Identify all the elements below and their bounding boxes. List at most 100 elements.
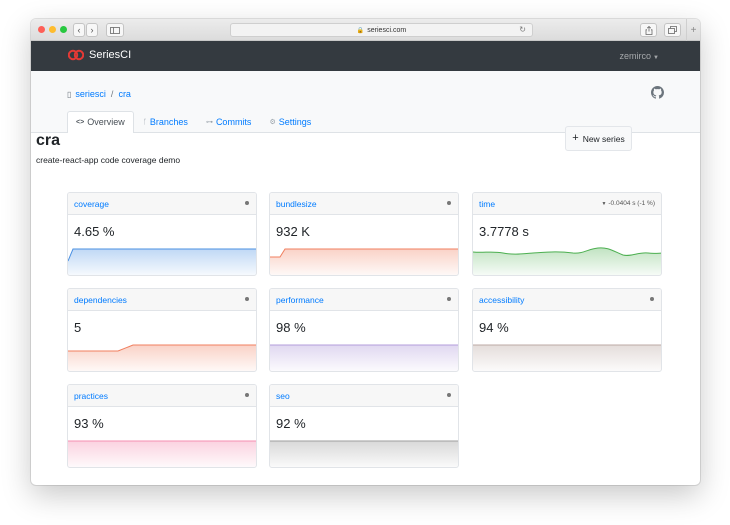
tab-overview[interactable]: <> Overview [67, 111, 134, 133]
series-card-bundlesize[interactable]: bundlesize 932 K [269, 192, 459, 276]
sparkline-area [473, 345, 661, 371]
sparkline-chart [68, 344, 256, 371]
tab-commits-label: Commits [215, 117, 252, 127]
status-dot-icon [447, 297, 451, 301]
close-window-button[interactable] [38, 26, 45, 33]
seriesci-logo-icon [68, 49, 84, 61]
url-text: seriesci.com [367, 26, 407, 34]
series-value: 98 % [276, 320, 306, 335]
tab-commits[interactable]: ⊶ Commits [197, 111, 261, 133]
sparkline-chart [270, 440, 458, 467]
card-header: seo [270, 385, 458, 407]
tab-overview-label: Overview [87, 117, 125, 127]
forward-button[interactable]: › [86, 23, 98, 37]
series-value: 4.65 % [74, 224, 115, 239]
app-navbar: SeriesCI zemirco ▼ [31, 41, 700, 71]
sparkline-chart [270, 344, 458, 371]
tab-branches[interactable]: ᚴ Branches [134, 111, 197, 133]
share-icon [645, 25, 652, 35]
series-card-practices[interactable]: practices 93 % [67, 384, 257, 468]
new-tab-button[interactable]: + [686, 19, 700, 41]
sparkline-chart [68, 248, 256, 275]
sparkline-area [473, 247, 661, 275]
triangle-down-icon: ▼ [601, 201, 607, 207]
lock-icon: 🔒 [356, 27, 365, 34]
reload-icon[interactable]: ↻ [519, 25, 526, 34]
sparkline-area [68, 441, 256, 467]
address-bar[interactable]: 🔒 seriesci.com ↻ [230, 23, 533, 37]
breadcrumb-repo-link[interactable]: cra [118, 89, 131, 99]
new-series-label: New series [582, 133, 625, 144]
zoom-window-button[interactable] [60, 26, 67, 33]
sparkline-area [68, 249, 256, 275]
sparkline-area [270, 345, 458, 371]
series-value: 94 % [479, 320, 509, 335]
series-card-dependencies[interactable]: dependencies 5 [67, 288, 257, 372]
series-value: 5 [74, 320, 82, 335]
series-name-link[interactable]: time [479, 199, 495, 209]
chevron-right-icon: › [90, 24, 94, 35]
browser-toolbar: ‹ › 🔒 seriesci.com ↻ + [31, 19, 700, 41]
share-button[interactable] [640, 23, 657, 37]
card-header: time ▼ -0.0404 s (-1 %) [473, 193, 661, 215]
card-header: dependencies [68, 289, 256, 311]
branch-icon: ᚴ [142, 118, 147, 126]
brand-name: SeriesCI [89, 49, 132, 61]
series-value: 932 K [276, 224, 310, 239]
status-dot-icon [447, 201, 451, 205]
series-name-link[interactable]: accessibility [479, 295, 524, 305]
sparkline-area [270, 441, 458, 467]
series-name-link[interactable]: coverage [74, 199, 109, 209]
plus-icon: + [690, 24, 697, 36]
tabs-overview-button[interactable] [664, 23, 681, 37]
chevron-left-icon: ‹ [77, 24, 81, 35]
username: zemirco [619, 51, 652, 61]
brand-link[interactable]: SeriesCI [68, 49, 131, 61]
minimize-window-button[interactable] [49, 26, 56, 33]
breadcrumb-owner-link[interactable]: seriesci [75, 89, 106, 99]
github-link[interactable] [651, 86, 664, 104]
series-delta: ▼ -0.0404 s (-1 %) [601, 200, 655, 207]
tab-settings[interactable]: ⚙ Settings [260, 111, 320, 133]
card-header: bundlesize [270, 193, 458, 215]
card-header: coverage [68, 193, 256, 215]
series-card-accessibility[interactable]: accessibility 94 % [472, 288, 662, 372]
card-header: practices [68, 385, 256, 407]
github-icon [651, 86, 664, 99]
user-menu[interactable]: zemirco ▼ [620, 51, 659, 61]
series-delta-text: -0.0404 s (-1 %) [608, 200, 655, 207]
tab-branches-label: Branches [149, 117, 188, 127]
sparkline-chart [270, 248, 458, 275]
code-icon: <> [76, 118, 85, 126]
status-dot-icon [447, 393, 451, 397]
series-name-link[interactable]: performance [276, 295, 324, 305]
gear-icon: ⚙ [269, 119, 276, 126]
back-button[interactable]: ‹ [73, 23, 85, 37]
page-title: cra [36, 132, 61, 149]
breadcrumb-separator: / [110, 89, 114, 99]
series-name-link[interactable]: seo [276, 391, 290, 401]
card-header: accessibility [473, 289, 661, 311]
series-value: 3.7778 s [479, 224, 529, 239]
series-name-link[interactable]: bundlesize [276, 199, 317, 209]
new-series-button[interactable]: + New series [565, 126, 632, 151]
repo-tabs: <> Overview ᚴ Branches ⊶ Commits ⚙ Setti… [67, 111, 320, 133]
sidebar-toggle-button[interactable] [106, 23, 124, 37]
breadcrumb: ▯ seriesci / cra [67, 89, 131, 99]
sparkline-area [270, 249, 458, 275]
series-card-seo[interactable]: seo 92 % [269, 384, 459, 468]
tabs-icon [668, 26, 677, 34]
series-card-time[interactable]: time ▼ -0.0404 s (-1 %) 3.7778 s [472, 192, 662, 276]
series-name-link[interactable]: practices [74, 391, 108, 401]
series-card-coverage[interactable]: coverage 4.65 % [67, 192, 257, 276]
series-card-performance[interactable]: performance 98 % [269, 288, 459, 372]
status-dot-icon [245, 393, 249, 397]
commit-icon: ⊶ [205, 119, 213, 126]
card-header: performance [270, 289, 458, 311]
status-dot-icon [650, 297, 654, 301]
sparkline-chart [68, 440, 256, 467]
repo-icon: ▯ [67, 89, 72, 99]
page-description: create-react-app code coverage demo [36, 155, 181, 165]
series-name-link[interactable]: dependencies [74, 295, 127, 305]
tab-settings-label: Settings [278, 117, 312, 127]
